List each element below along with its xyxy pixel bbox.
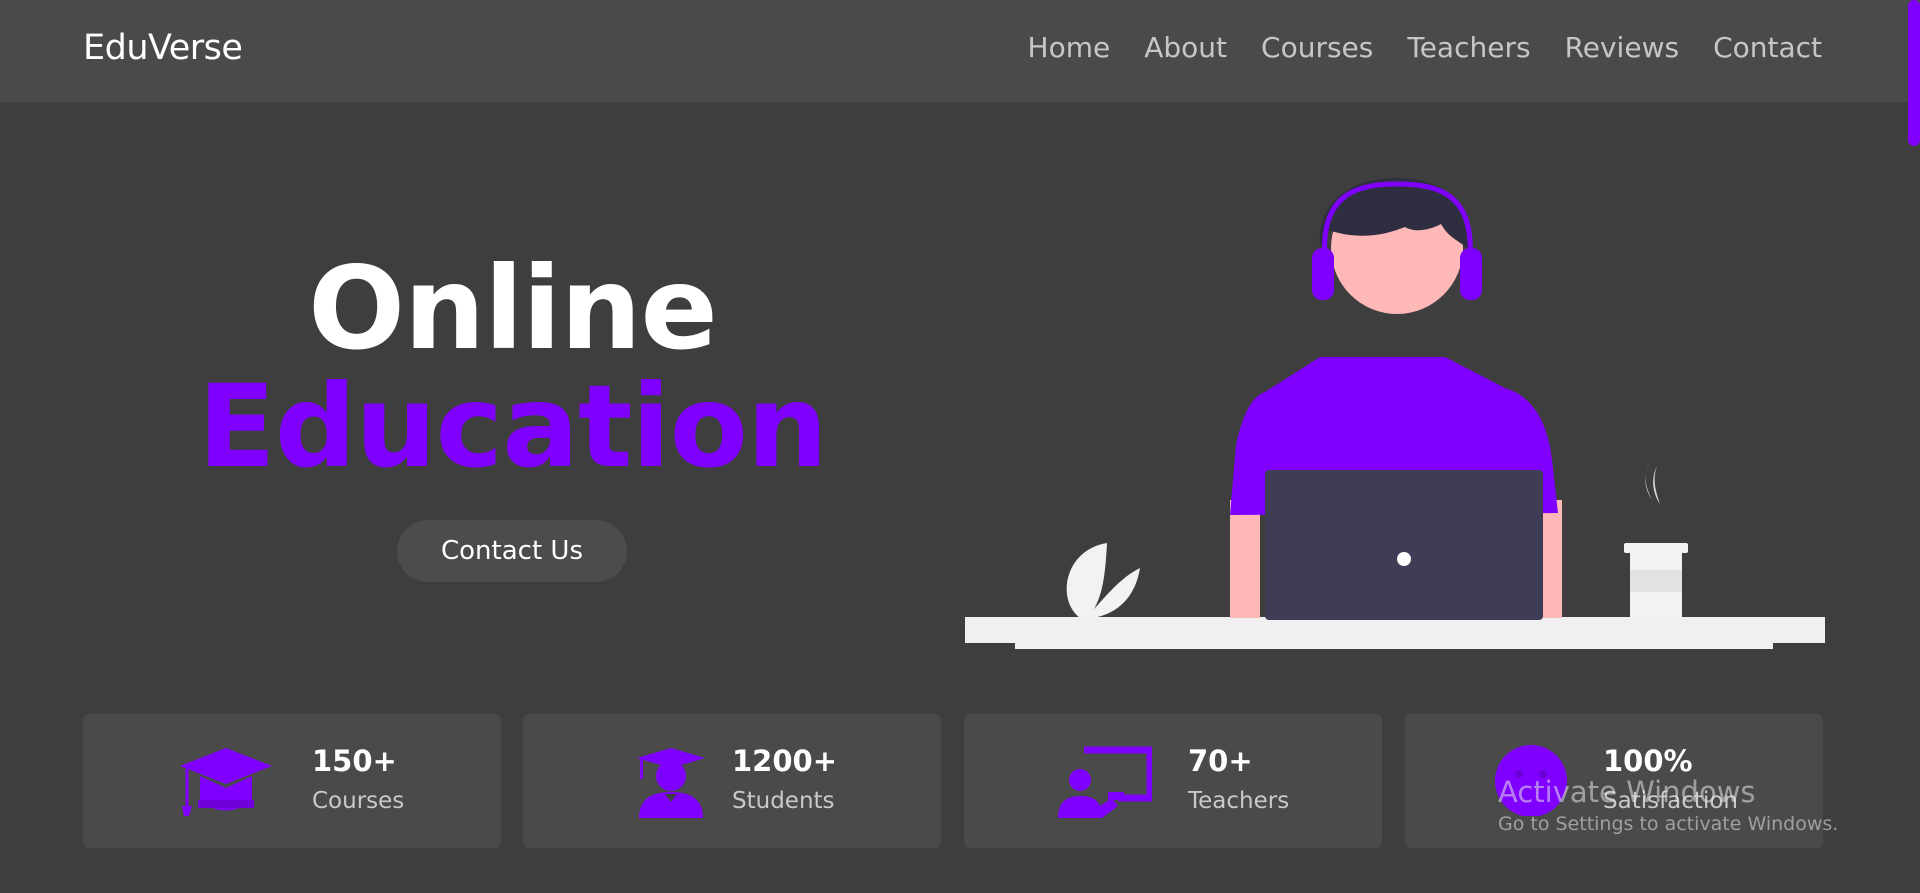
nav-teachers[interactable]: Teachers	[1407, 31, 1530, 64]
navbar: EduVerse Home About Courses Teachers Rev…	[0, 0, 1920, 102]
stat-label-teachers: Teachers	[1188, 788, 1290, 814]
desk-base	[1015, 640, 1773, 649]
laptop-logo	[1397, 552, 1411, 566]
nav-home[interactable]: Home	[1028, 31, 1111, 64]
headphone-right	[1460, 248, 1482, 300]
contact-us-button[interactable]: Contact Us	[397, 520, 627, 582]
hero-title-line1: Online	[308, 242, 718, 375]
stat-value-teachers: 70+	[1188, 744, 1253, 778]
watermark-subtitle: Go to Settings to activate Windows.	[1498, 813, 1839, 835]
stat-label-courses: Courses	[312, 788, 405, 814]
desk-top	[965, 617, 1825, 643]
student-icon	[637, 748, 705, 818]
stat-label-students: Students	[732, 788, 835, 814]
teacher-board-icon	[1058, 746, 1152, 818]
nav-menu: Home About Courses Teachers Reviews Cont…	[1028, 31, 1822, 64]
scrollbar-thumb[interactable]	[1908, 0, 1920, 146]
stat-card-teachers: 70+ Teachers	[964, 714, 1382, 848]
nav-courses[interactable]: Courses	[1261, 31, 1373, 64]
plant-icon	[1066, 543, 1140, 618]
watermark-title: Activate Windows	[1498, 775, 1756, 809]
stat-value-courses: 150+	[312, 744, 397, 778]
nav-contact[interactable]: Contact	[1713, 31, 1822, 64]
stat-value-students: 1200+	[732, 744, 838, 778]
stat-value-satisfaction: 100%	[1603, 744, 1693, 778]
graduation-cap-icon	[180, 748, 272, 816]
nav-about[interactable]: About	[1144, 31, 1227, 64]
laptop	[1265, 470, 1543, 620]
left-arm	[1230, 500, 1260, 618]
hero-illustration	[965, 178, 1825, 649]
hero-title-line2: Education	[197, 360, 828, 493]
stat-card-students: 1200+ Students	[523, 714, 941, 848]
hero-title: Online Education	[170, 252, 855, 484]
right-arm	[1540, 500, 1562, 618]
stat-card-courses: 150+ Courses	[83, 714, 501, 848]
coffee-cup-icon	[1624, 462, 1688, 617]
logo[interactable]: EduVerse	[83, 28, 243, 68]
headphone-left	[1312, 248, 1334, 300]
nav-reviews[interactable]: Reviews	[1565, 31, 1680, 64]
windows-activation-watermark: Activate Windows Go to Settings to activ…	[1498, 775, 1838, 835]
